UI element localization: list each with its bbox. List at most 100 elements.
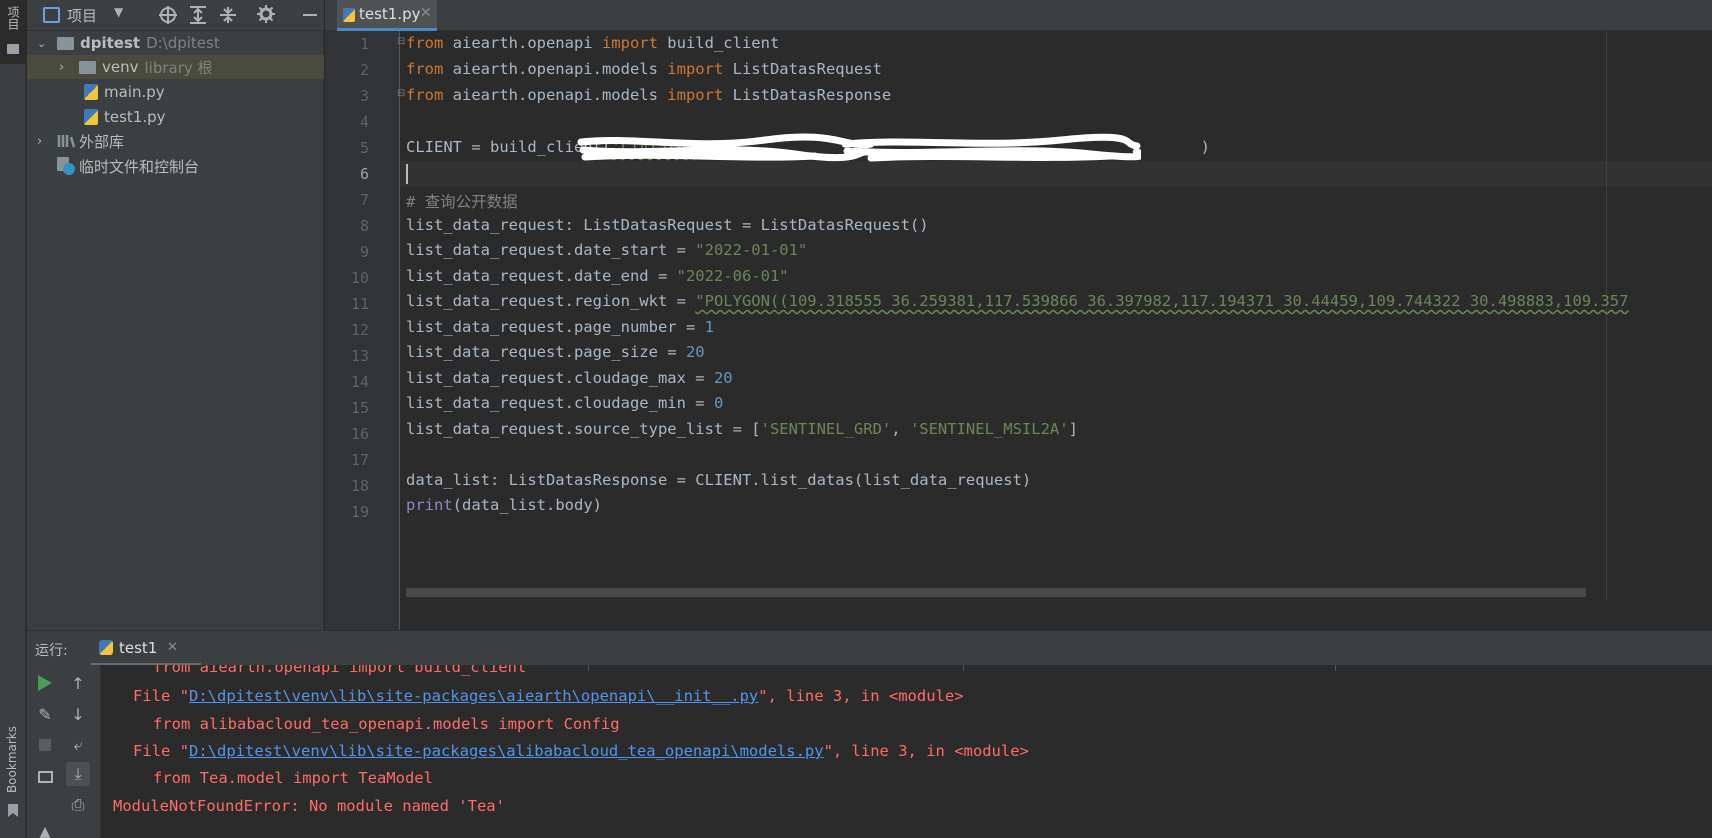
printer-icon: ⎙ — [71, 795, 85, 814]
stop-icon — [39, 739, 51, 751]
fold-icon[interactable]: ⊟ — [397, 36, 405, 47]
column-divider — [963, 665, 964, 671]
console-line: File "D:\dpitest\venv\lib\site-packages\… — [133, 687, 964, 705]
code-text: list_data_request.region_wkt = — [406, 292, 696, 310]
soft-wrap-button[interactable]: ⤶ — [66, 733, 90, 757]
editor-tab-label: test1.py — [359, 5, 421, 23]
line-number: 10 — [350, 269, 369, 287]
file-link[interactable]: D:\dpitest\venv\lib\site-packages\alibab… — [189, 742, 824, 760]
tree-item-external-libraries[interactable]: › 外部库 — [27, 129, 324, 153]
line-number: 13 — [350, 347, 369, 365]
line-number: 7 — [359, 191, 369, 209]
line-number: 14 — [350, 373, 369, 391]
redaction-scribble — [841, 133, 1141, 162]
run-tab-label: test1 — [119, 639, 158, 657]
code-line-9: list_data_request.date_start = "2022-01-… — [406, 241, 807, 259]
file-link[interactable]: D:\dpitest\venv\lib\site-packages\aieart… — [189, 687, 758, 705]
code-line-14: list_data_request.cloudage_max = 20 — [406, 369, 733, 387]
bookmark-icon — [8, 804, 18, 817]
project-tree: ⌄ dpitest D:\dpitest › venv library 根 ma… — [27, 31, 324, 630]
column-divider — [588, 665, 589, 671]
keyword: import — [667, 60, 724, 78]
project-view-title[interactable]: 项目 — [67, 5, 97, 26]
python-file-icon — [84, 84, 98, 100]
tree-item-test1-py[interactable]: test1.py — [27, 105, 324, 129]
code-line-2: from aiearth.openapi.models import ListD… — [406, 60, 882, 78]
code-line-11: list_data_request.region_wkt = "POLYGON(… — [406, 292, 1628, 310]
redaction-scribble — [577, 133, 875, 162]
locate-icon[interactable] — [159, 6, 177, 24]
console-output[interactable]: from aiearth.openapi import build_client… — [101, 665, 1712, 838]
settings-button[interactable]: ✎ — [33, 702, 57, 726]
editor-tab-test1[interactable]: test1.py ✕ — [337, 0, 437, 31]
keyword: import — [601, 34, 658, 52]
python-file-icon — [343, 8, 355, 22]
code-text: , — [891, 420, 910, 438]
line-number: 11 — [350, 295, 369, 313]
line-number: 19 — [350, 503, 369, 521]
chevron-down-icon[interactable]: ▼ — [114, 5, 123, 19]
tree-item-main-py[interactable]: main.py — [27, 80, 324, 104]
rerun-button[interactable] — [33, 671, 57, 695]
run-label: 运行: — [35, 643, 68, 659]
horizontal-scrollbar[interactable] — [406, 588, 1586, 597]
scroll-to-end-icon: ⤓ — [74, 764, 82, 783]
expand-all-icon[interactable] — [190, 6, 206, 24]
console-text: File " — [133, 687, 189, 705]
code-line-16: list_data_request.source_type_list = ['S… — [406, 420, 1078, 438]
string-literal: "2022-06-01" — [676, 267, 789, 285]
builtin-function: print — [406, 496, 453, 514]
wrench-icon: ✎ — [38, 704, 52, 724]
folder-icon — [79, 60, 96, 74]
tree-item-venv[interactable]: › venv library 根 — [27, 55, 324, 79]
code-text: list_data_request.source_type_list = [ — [406, 420, 761, 438]
project-tool-tab[interactable]: 项目 — [0, 0, 26, 64]
code-text: list_data_request.page_number = — [406, 318, 705, 336]
run-tab-test1[interactable]: test1 ✕ — [91, 631, 201, 666]
bookmarks-tool-tab[interactable]: Bookmarks — [0, 720, 26, 830]
print-button[interactable]: ⎙ — [66, 793, 90, 817]
close-icon[interactable]: ✕ — [167, 640, 178, 655]
layout-button[interactable] — [33, 765, 57, 789]
tree-item-dpitest[interactable]: ⌄ dpitest D:\dpitest — [27, 31, 324, 55]
current-line-highlight — [401, 161, 1712, 187]
close-icon[interactable]: ✕ — [420, 5, 432, 21]
scroll-down-button[interactable]: ↓ — [66, 702, 90, 726]
minimize-icon[interactable] — [303, 14, 317, 16]
pin-button[interactable]: ▲ — [33, 820, 57, 838]
gear-icon[interactable] — [257, 5, 275, 23]
code-text: ) — [1200, 138, 1211, 156]
keyword: from — [406, 60, 444, 78]
stop-button[interactable] — [33, 733, 57, 757]
code-text: ] — [1068, 420, 1078, 438]
line-number: 16 — [350, 425, 369, 443]
code-text: list_data_request.page_size = — [406, 343, 686, 361]
scroll-to-end-button[interactable]: ⤓ — [66, 762, 90, 786]
number-literal: 0 — [713, 394, 724, 412]
code-text: ListDatasRequest — [723, 60, 882, 78]
chevron-right-icon: › — [59, 59, 65, 75]
code-text: aiearth.openapi.models — [443, 60, 668, 78]
keyword: from — [406, 34, 444, 52]
line-number: 6 — [359, 165, 369, 183]
line-number: 4 — [359, 113, 369, 131]
code-line-15: list_data_request.cloudage_min = 0 — [406, 394, 723, 412]
number-literal: 20 — [713, 369, 733, 387]
line-number: 9 — [359, 243, 369, 261]
line-number: 8 — [359, 217, 369, 235]
tree-item-label: 临时文件和控制台 — [79, 157, 200, 176]
code-editor[interactable]: 1 2 3 4 5 6 7 8 9 10 11 12 13 14 15 16 1… — [325, 31, 1712, 630]
scroll-up-button[interactable]: ↑ — [66, 671, 90, 695]
collapse-all-icon[interactable] — [220, 6, 236, 24]
run-toolbar: ↑ ✎ ↓ ⤶ ⤓ ⎙ ▲ — [27, 665, 101, 838]
pin-icon: ▲ — [39, 824, 51, 838]
console-line: from alibabacloud_tea_openapi.models imp… — [153, 715, 620, 733]
layout-icon — [37, 771, 53, 783]
number-literal: 20 — [685, 343, 705, 361]
tree-item-scratches[interactable]: 临时文件和控制台 — [27, 154, 324, 178]
string-literal: 'SENTINEL_GRD' — [760, 420, 892, 438]
code-text: list_data_request.date_start = — [406, 241, 696, 259]
python-icon — [99, 640, 113, 655]
chevron-right-icon: › — [37, 133, 43, 149]
fold-icon[interactable]: ⊟ — [397, 88, 405, 99]
